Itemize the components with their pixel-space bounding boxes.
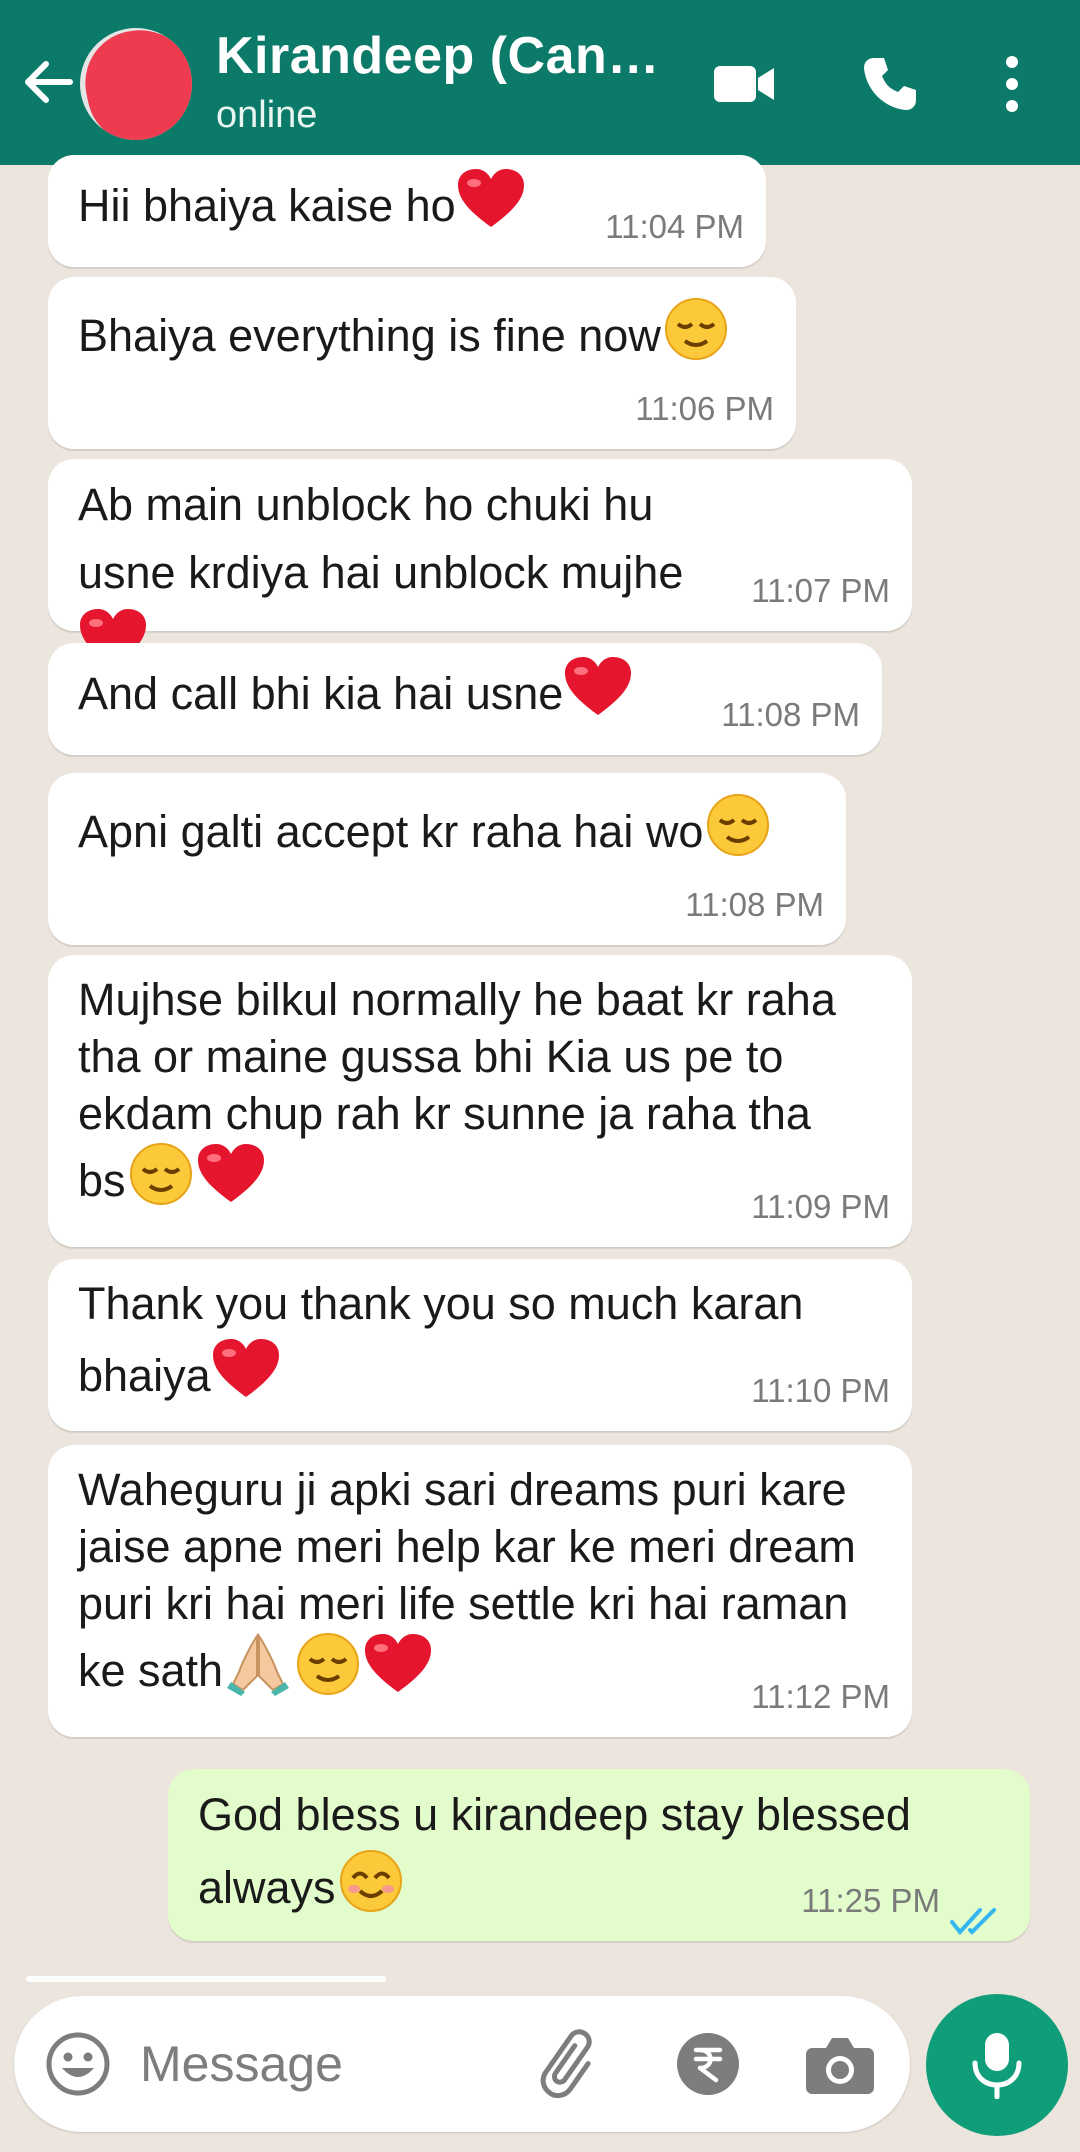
voice-call-icon[interactable] (858, 52, 922, 116)
avatar[interactable] (80, 28, 192, 140)
emoji-icon[interactable] (44, 2030, 112, 2098)
message-text: Waheguru ji apki sari dreams puri kare j… (78, 1464, 856, 1696)
red-heart-emoji (456, 167, 526, 231)
relieved-face-emoji (661, 297, 731, 361)
message-bubble[interactable]: Thank you thank you so much karan bhaiya… (48, 1259, 912, 1431)
relieved-face-emoji (703, 793, 773, 857)
message-bubble[interactable]: Waheguru ji apki sari dreams puri kare j… (48, 1445, 912, 1737)
red-heart-emoji (363, 1632, 433, 1696)
message-bubble[interactable]: Ab main unblock ho chuki hu usne krdiya … (48, 459, 912, 667)
partial-bubble-edge (26, 1976, 386, 1982)
red-heart-emoji (211, 1337, 281, 1401)
red-heart-emoji (563, 655, 633, 719)
contact-name[interactable]: Kirandeep (Cana... (216, 26, 666, 86)
message-time: 11:09 PM (751, 1188, 890, 1225)
contact-status: online (216, 94, 318, 136)
more-options-icon[interactable] (982, 52, 1042, 116)
relieved-face-emoji (126, 1142, 196, 1206)
message-bubble[interactable]: And call bhi kia hai usne 11:08 PM (48, 643, 882, 755)
message-input[interactable] (140, 2026, 520, 2102)
camera-icon[interactable] (804, 2030, 876, 2098)
rupee-payment-icon[interactable] (674, 2030, 742, 2098)
message-time: 11:06 PM (635, 390, 774, 427)
message-text: Apni galti accept kr raha hai wo (78, 785, 816, 860)
chat-header: Kirandeep (Cana... online (0, 0, 1080, 165)
message-time: 11:25 PM (801, 1882, 940, 1919)
message-time: 11:08 PM (685, 886, 824, 923)
message-text: Mujhse bilkul normally he baat kr raha t… (78, 974, 836, 1206)
relieved-face-emoji (293, 1632, 363, 1696)
message-composer (14, 1996, 910, 2132)
message-time: 11:10 PM (751, 1372, 890, 1409)
message-time: 11:07 PM (751, 572, 890, 609)
red-heart-emoji (196, 1142, 266, 1206)
message-time: 11:12 PM (751, 1678, 890, 1715)
smiling-face-emoji (336, 1849, 406, 1913)
message-time: 11:04 PM (605, 208, 744, 245)
message-time: 11:08 PM (721, 696, 860, 733)
video-call-icon[interactable] (712, 52, 776, 116)
message-bubble[interactable]: Mujhse bilkul normally he baat kr raha t… (48, 955, 912, 1247)
mic-icon (972, 2033, 1022, 2099)
read-receipt-icon (950, 1893, 1006, 1936)
message-bubble[interactable]: Hii bhaiya kaise ho 11:04 PM (48, 155, 766, 267)
back-arrow-icon[interactable] (18, 52, 78, 112)
message-bubble[interactable]: Apni galti accept kr raha hai wo 11:08 P… (48, 773, 846, 945)
folded-hands-emoji (223, 1632, 293, 1696)
redaction-mark (80, 28, 192, 140)
message-list[interactable]: Hii bhaiya kaise ho 11:04 PM Bhaiya ever… (0, 155, 1080, 1975)
message-text: Bhaiya everything is fine now (78, 289, 766, 364)
mic-button[interactable] (926, 1994, 1068, 2136)
attach-icon[interactable] (536, 2026, 612, 2102)
message-bubble[interactable]: Bhaiya everything is fine now 11:06 PM (48, 277, 796, 449)
outgoing-message-bubble[interactable]: God bless u kirandeep stay blessed alway… (168, 1769, 1030, 1941)
